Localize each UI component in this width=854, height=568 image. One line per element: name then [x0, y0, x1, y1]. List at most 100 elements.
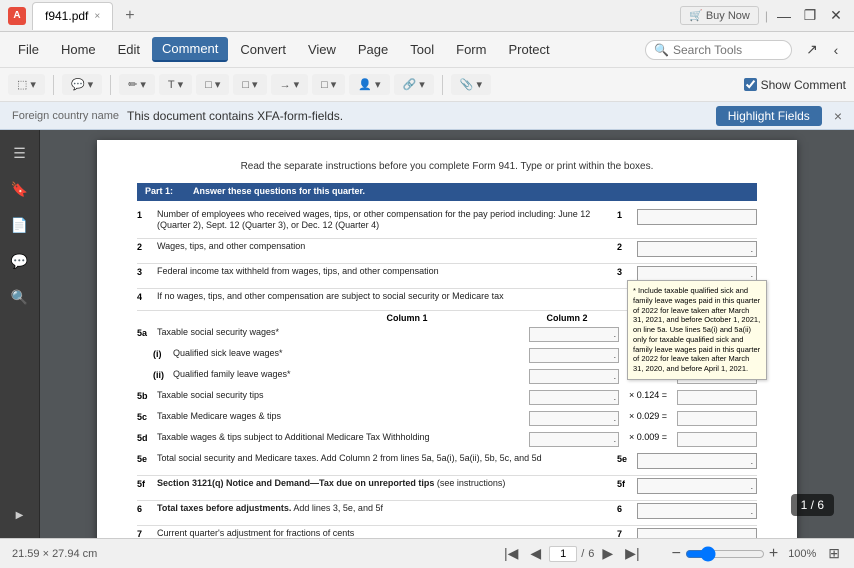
first-page-button[interactable]: |◀ — [500, 543, 522, 564]
next-page-button[interactable]: ▶ — [598, 543, 617, 564]
row-5b-col1-input[interactable]: . — [529, 390, 619, 405]
form-row-5c: 5c Taxable Medicare wages & tips . × 0.0… — [137, 411, 757, 426]
highlight-icon: ✏ — [128, 78, 137, 91]
sidebar-page-icon[interactable]: 📄 — [5, 210, 35, 240]
sidebar-comment-panel-icon[interactable]: 💬 — [5, 246, 35, 276]
form-row-1: 1 Number of employees who received wages… — [137, 209, 757, 232]
sidebar-search-icon[interactable]: 🔍 — [5, 282, 35, 312]
maximize-button[interactable]: ❐ — [800, 6, 820, 26]
menu-form[interactable]: Form — [446, 38, 496, 61]
row-5e-input[interactable]: . — [637, 453, 757, 469]
last-page-button[interactable]: ▶| — [621, 543, 643, 564]
row-5c-col1-input[interactable]: . — [529, 411, 619, 426]
divider-1 — [137, 238, 757, 239]
xfa-close-button[interactable]: × — [834, 108, 842, 124]
row-5c-col2-input[interactable] — [677, 411, 757, 426]
row-7-label: Current quarter's adjustment for fractio… — [157, 528, 611, 538]
row-5d-col2-input[interactable] — [677, 432, 757, 447]
attach-tool-button[interactable]: 📎▾ — [451, 74, 491, 95]
part1-description: Answer these questions for this quarter. — [193, 186, 365, 198]
fit-page-button[interactable]: ⊞ — [826, 543, 842, 564]
xfa-message: This document contains XFA-form-fields. — [127, 109, 708, 123]
close-tab-button[interactable]: × — [94, 11, 100, 22]
row-2-line: 2 — [617, 242, 631, 254]
row-5e-text: Total social security and Medicare taxes… — [157, 453, 542, 463]
sidebar-expand-icon[interactable]: ▶ — [5, 500, 35, 530]
zoom-in-button[interactable]: + — [769, 545, 778, 563]
zoom-slider[interactable] — [685, 546, 765, 562]
row-2-input[interactable]: . — [637, 241, 757, 257]
menu-edit[interactable]: Edit — [108, 38, 150, 61]
form-row-5d: 5d Taxable wages & tips subject to Addit… — [137, 432, 757, 447]
row-5b-multiplier: × 0.124 = — [625, 390, 671, 402]
measure-tool-button[interactable]: □▾ — [312, 74, 345, 95]
pdf-viewer[interactable]: Read the separate instructions before yo… — [40, 130, 854, 538]
new-tab-button[interactable]: + — [119, 5, 140, 27]
row-5f-line: 5f — [617, 479, 631, 491]
part1-title-bar: Part 1: Answer these questions for this … — [137, 183, 757, 201]
menu-page[interactable]: Page — [348, 38, 398, 61]
page-navigation: |◀ ◀ / 6 ▶ ▶| — [500, 543, 644, 564]
comment-tool-button[interactable]: 💬▾ — [62, 74, 102, 95]
menu-tool[interactable]: Tool — [400, 38, 444, 61]
sidebar-layers-icon[interactable]: ☰ — [5, 138, 35, 168]
search-tools-input[interactable] — [673, 43, 783, 57]
menu-home[interactable]: Home — [51, 38, 106, 61]
back-button[interactable]: ‹ — [826, 40, 846, 60]
row-5f-label: Section 3121(q) Notice and Demand—Tax du… — [157, 478, 611, 490]
text-tool-button[interactable]: T▾ — [159, 74, 192, 95]
row-3-line: 3 — [617, 267, 631, 279]
menu-file[interactable]: File — [8, 38, 49, 61]
close-window-button[interactable]: ✕ — [826, 6, 846, 26]
arrow-tool-button[interactable]: →▾ — [271, 74, 309, 95]
row-5ai-label: Qualified sick leave wages* — [173, 348, 523, 360]
row-6-line: 6 — [617, 504, 631, 516]
document-tab[interactable]: f941.pdf × — [32, 2, 113, 30]
comment-icon: 💬 — [71, 78, 85, 91]
zoom-out-button[interactable]: − — [672, 545, 681, 563]
share-button[interactable]: ↗ — [802, 40, 822, 60]
menu-comment[interactable]: Comment — [152, 37, 228, 62]
form-row-2: 2 Wages, tips, and other compensation 2 … — [137, 241, 757, 257]
menu-view[interactable]: View — [298, 38, 346, 61]
highlight-tool-button[interactable]: ✏▾ — [119, 74, 155, 95]
row-5f-input[interactable]: . — [637, 478, 757, 494]
row-5aii-col1-input[interactable]: . — [529, 369, 619, 384]
toolbar-sep-1 — [53, 75, 54, 95]
row-5a-col1-input[interactable]: . — [529, 327, 619, 342]
row-5ai-col1-input[interactable]: . — [529, 348, 619, 363]
zoom-value: 100% — [782, 548, 822, 560]
row-5d-col1-input[interactable]: . — [529, 432, 619, 447]
toolbar: ⬚▾ 💬▾ ✏▾ T▾ □▾ □▾ →▾ □▾ 👤▾ 🔗▾ 📎▾ Show Co… — [0, 68, 854, 102]
stamp-tool-button[interactable]: □▾ — [233, 74, 266, 95]
link-tool-button[interactable]: 🔗▾ — [394, 74, 434, 95]
row-1-input[interactable] — [637, 209, 757, 225]
row-6-num: 6 — [137, 504, 151, 516]
row-5ai-num: (i) — [153, 349, 167, 361]
col1-header: Column 1 — [357, 313, 457, 325]
minimize-button[interactable]: — — [774, 6, 794, 26]
user-tool-button[interactable]: 👤▾ — [349, 74, 389, 95]
toolbar-sep-2 — [110, 75, 111, 95]
show-comment-checkbox[interactable] — [744, 78, 757, 91]
row-5aii-label: Qualified family leave wages* — [173, 369, 523, 381]
buy-now-button[interactable]: 🛒 Buy Now — [680, 6, 759, 25]
menu-right-icons: ↗ ‹ — [802, 40, 846, 60]
link-icon: 🔗 — [403, 78, 417, 91]
row-5b-label: Taxable social security tips — [157, 390, 523, 402]
row-5f-bold: Section 3121(q) Notice and Demand—Tax du… — [157, 478, 434, 488]
shape-tool-button[interactable]: □▾ — [196, 74, 229, 95]
prev-page-button[interactable]: ◀ — [526, 543, 545, 564]
select-tool-button[interactable]: ⬚▾ — [8, 74, 45, 95]
sidebar-bookmark-icon[interactable]: 🔖 — [5, 174, 35, 204]
row-6-input[interactable]: . — [637, 503, 757, 519]
row-5b-col2-input[interactable] — [677, 390, 757, 405]
row-5a-label: Taxable social security wages* — [157, 327, 523, 339]
highlight-fields-button[interactable]: Highlight Fields — [716, 106, 822, 126]
footnote-popup: * Include taxable qualified sick and fam… — [627, 280, 767, 380]
current-page-input[interactable] — [549, 546, 577, 562]
menu-convert[interactable]: Convert — [230, 38, 296, 61]
menu-protect[interactable]: Protect — [498, 38, 559, 61]
row-7-input[interactable]: . — [637, 528, 757, 538]
row-1-line: 1 — [617, 210, 631, 222]
